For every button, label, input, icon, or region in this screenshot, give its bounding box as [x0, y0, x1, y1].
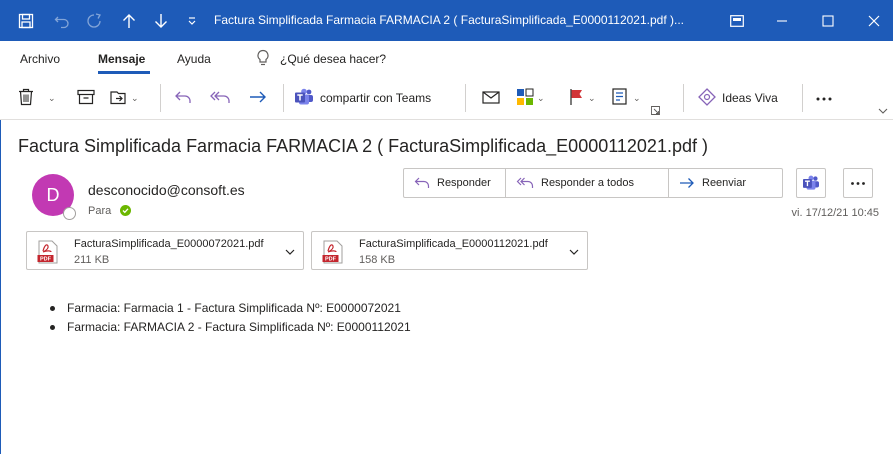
mark-unread-icon — [482, 89, 500, 108]
message-subject: Factura Simplificada Farmacia FARMACIA 2… — [18, 136, 708, 156]
undo-icon[interactable] — [50, 0, 74, 41]
archive-button[interactable] — [77, 86, 95, 110]
menu-bar: Archivo Mensaje Ayuda ¿Qué desea hacer? — [0, 41, 893, 76]
tab-ayuda[interactable]: Ayuda — [177, 52, 211, 66]
teams-icon — [294, 88, 314, 109]
teams-button[interactable] — [796, 168, 826, 198]
list-item: Farmacia: FARMACIA 2 - Factura Simplific… — [50, 319, 411, 338]
pdf-icon: PDF — [37, 240, 59, 267]
window-title: Factura Simplificada Farmacia FARMACIA 2… — [214, 13, 684, 27]
forward-icon — [680, 178, 694, 188]
reply-label: Responder — [437, 177, 491, 189]
reply-ribbon-button[interactable] — [174, 86, 192, 110]
ribbon-toolbar: ⌄ ⌄ compartir con Teams ⌄ ⌄ ⌄ Ideas Viva — [0, 76, 893, 120]
save-icon[interactable] — [14, 0, 38, 41]
presence-status-icon — [63, 207, 76, 220]
search-box[interactable]: ¿Qué desea hacer? — [280, 52, 386, 66]
redo-icon[interactable] — [82, 0, 106, 41]
forward-icon — [249, 89, 267, 108]
recipient-check-icon — [120, 205, 131, 216]
chevron-down-icon[interactable]: ⌄ — [48, 93, 56, 104]
chevron-down-icon[interactable] — [285, 245, 295, 259]
reply-button[interactable]: Responder — [404, 169, 506, 197]
categorize-button[interactable]: ⌄ — [516, 86, 545, 110]
chevron-down-icon[interactable]: ⌄ — [131, 93, 139, 104]
up-arrow-icon[interactable] — [118, 0, 140, 41]
ribbon-separator — [160, 84, 161, 112]
reply-all-ribbon-button[interactable] — [209, 86, 231, 110]
delete-icon — [18, 88, 34, 109]
flag-button[interactable]: ⌄ — [569, 86, 596, 110]
customize-toolbar-icon[interactable] — [184, 0, 200, 41]
down-arrow-icon[interactable] — [150, 0, 172, 41]
flag-icon — [569, 88, 585, 109]
collapse-ribbon-icon[interactable] — [878, 104, 888, 118]
ideas-viva-button[interactable]: Ideas Viva — [698, 86, 778, 110]
lightbulb-icon — [256, 49, 270, 70]
reply-all-label: Responder a todos — [541, 177, 634, 189]
share-teams-button[interactable]: compartir con Teams — [294, 86, 431, 110]
to-label: Para — [88, 205, 112, 217]
categorize-icon — [516, 88, 534, 109]
archive-icon — [77, 89, 95, 108]
more-options-button[interactable] — [815, 86, 833, 110]
attachment-card[interactable]: PDF FacturaSimplificada_E0000072021.pdf … — [26, 231, 304, 270]
reply-all-button[interactable]: Responder a todos — [506, 169, 669, 197]
more-icon — [815, 91, 833, 105]
reply-all-icon — [209, 89, 231, 108]
attachment-card[interactable]: PDF FacturaSimplificada_E0000112021.pdf … — [311, 231, 588, 270]
maximize-button[interactable] — [805, 0, 851, 41]
minimize-button[interactable] — [759, 0, 805, 41]
move-icon — [110, 89, 128, 108]
attachment-name: FacturaSimplificada_E0000112021.pdf — [359, 238, 548, 250]
teams-icon — [803, 175, 819, 190]
avatar-initial: D — [46, 184, 60, 205]
ideas-icon — [698, 87, 716, 109]
dialog-launcher-icon[interactable] — [651, 98, 660, 122]
ribbon-separator — [283, 84, 284, 112]
title-bar: Factura Simplificada Farmacia FARMACIA 2… — [0, 0, 893, 41]
reply-actions: Responder Responder a todos Reenviar — [403, 168, 783, 198]
reply-all-icon — [516, 177, 534, 188]
tab-archivo[interactable]: Archivo — [20, 52, 60, 66]
ribbon-display-icon[interactable] — [714, 0, 760, 41]
mark-unread-button[interactable] — [482, 86, 500, 110]
message-more-button[interactable] — [843, 168, 873, 198]
ribbon-separator — [683, 84, 684, 112]
svg-text:PDF: PDF — [325, 257, 337, 263]
more-icon — [851, 181, 865, 185]
chevron-down-icon[interactable]: ⌄ — [588, 93, 596, 104]
close-button[interactable] — [851, 0, 893, 41]
message-date: vi. 17/12/21 10:45 — [791, 207, 879, 219]
pdf-icon: PDF — [322, 240, 344, 267]
forward-button[interactable]: Reenviar — [669, 169, 782, 197]
attachment-size: 158 KB — [359, 254, 396, 266]
forward-ribbon-button[interactable] — [249, 86, 267, 110]
ribbon-separator — [802, 84, 803, 112]
attachment-name: FacturaSimplificada_E0000072021.pdf — [74, 238, 264, 250]
ribbon-separator — [465, 84, 466, 112]
share-teams-label: compartir con Teams — [320, 91, 432, 105]
print-button[interactable]: ⌄ — [612, 86, 641, 110]
forward-label: Reenviar — [702, 177, 747, 189]
message-body: Farmacia: Farmacia 1 - Factura Simplific… — [50, 300, 411, 338]
chevron-down-icon[interactable] — [569, 245, 579, 259]
delete-button[interactable]: ⌄ — [18, 86, 56, 110]
active-tab-indicator — [98, 71, 150, 74]
attachment-size: 211 KB — [74, 254, 110, 266]
svg-text:PDF: PDF — [40, 257, 52, 263]
chevron-down-icon[interactable]: ⌄ — [633, 93, 641, 104]
reply-icon — [414, 177, 430, 188]
sender-address[interactable]: desconocido@consoft.es — [88, 182, 245, 198]
move-button[interactable]: ⌄ — [110, 86, 139, 110]
undo-icon — [174, 89, 192, 108]
tab-mensaje[interactable]: Mensaje — [98, 52, 145, 66]
list-item: Farmacia: Farmacia 1 - Factura Simplific… — [50, 300, 411, 319]
ideas-viva-label: Ideas Viva — [722, 91, 778, 105]
chevron-down-icon[interactable]: ⌄ — [537, 93, 545, 104]
print-icon — [612, 87, 630, 109]
